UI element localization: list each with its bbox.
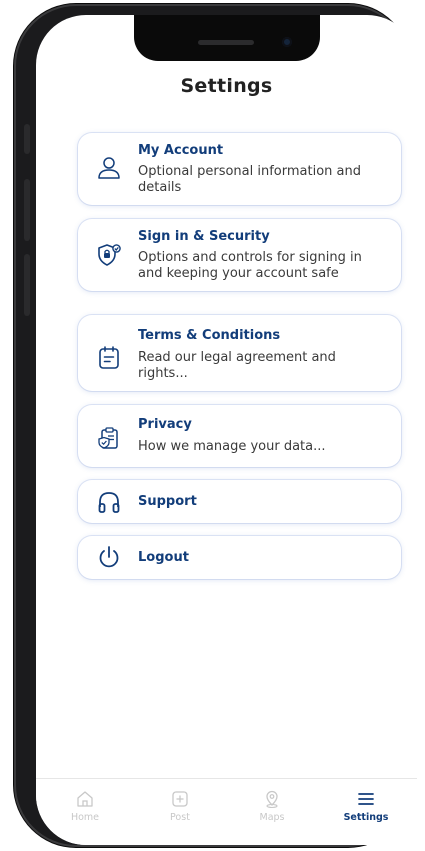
speaker-grille: [198, 40, 254, 45]
tab-label: Home: [70, 812, 100, 823]
shield-lock-icon: [98, 244, 121, 266]
tab-maps[interactable]: Maps: [242, 789, 302, 823]
menu-item-description: Optional personal information and detail…: [138, 164, 361, 195]
notch: [134, 15, 320, 61]
menu-item-description: Options and controls for signing in and …: [138, 250, 362, 281]
menu-item-title: Support: [138, 494, 197, 509]
menu-item-logout[interactable]: Logout: [78, 536, 401, 579]
map-pin-icon: [266, 790, 278, 809]
menu-item-terms-conditions[interactable]: Terms & Conditions Read our legal agreem…: [78, 315, 401, 391]
menu-item-sign-in-security[interactable]: Sign in & Security Options and controls …: [78, 219, 401, 291]
clipboard-check-icon: [98, 427, 118, 449]
user-icon: [98, 157, 120, 179]
tab-home[interactable]: Home: [55, 789, 115, 823]
power-icon: [99, 546, 119, 568]
home-icon: [77, 791, 93, 807]
volume-up-button: [24, 179, 30, 241]
phone-screen: Settings My Account Optional personal in…: [36, 15, 417, 845]
tab-post[interactable]: Post: [150, 789, 210, 823]
menu-item-title: My Account: [138, 143, 224, 158]
menu-item-title: Sign in & Security: [138, 229, 270, 244]
volume-down-button: [24, 254, 30, 316]
menu-icon: [358, 793, 374, 805]
phone-frame: Settings My Account Optional personal in…: [14, 4, 417, 847]
menu-item-description: Read our legal agreement and rights...: [138, 350, 336, 381]
mute-switch: [24, 124, 30, 154]
menu-item-support[interactable]: Support: [78, 480, 401, 523]
document-icon: [99, 346, 119, 369]
bottom-tab-bar: Home Post Maps Settings: [36, 778, 417, 845]
menu-item-title: Terms & Conditions: [138, 328, 281, 343]
menu-item-title: Privacy: [138, 417, 192, 432]
menu-item-description: How we manage your data...: [138, 439, 326, 454]
tab-label: Settings: [343, 812, 389, 823]
tab-label: Maps: [259, 812, 285, 823]
front-camera: [282, 37, 292, 47]
add-square-icon: [172, 791, 188, 807]
menu-item-my-account[interactable]: My Account Optional personal information…: [78, 133, 401, 205]
page-title: Settings: [180, 75, 273, 97]
menu-item-title: Logout: [138, 550, 189, 565]
tab-label: Post: [170, 812, 190, 823]
menu-item-privacy[interactable]: Privacy How we manage your data...: [78, 405, 401, 467]
tab-settings[interactable]: Settings: [336, 789, 396, 823]
headphones-icon: [98, 492, 120, 513]
